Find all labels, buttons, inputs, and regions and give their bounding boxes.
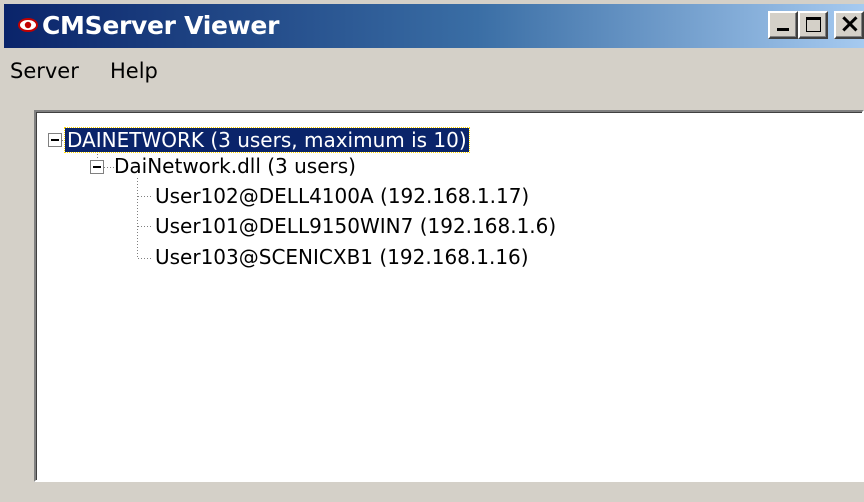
- tree-node-user[interactable]: User103@SCENICXB1 (192.168.1.16): [155, 245, 529, 269]
- tree-node-dll[interactable]: DaiNetwork.dll (3 users): [114, 154, 356, 178]
- tree-node-root[interactable]: DAINETWORK (3 users, maximum is 10): [64, 127, 470, 153]
- tree-node-user[interactable]: User102@DELL4100A (192.168.1.17): [155, 184, 529, 208]
- tree-node-user[interactable]: User101@DELL9150WIN7 (192.168.1.6): [155, 214, 556, 238]
- root-collapse-toggle[interactable]: [48, 133, 62, 147]
- dll-collapse-toggle[interactable]: [90, 160, 104, 174]
- app-window: CMServer Viewer × Server Help DAINETWORK…: [0, 0, 864, 502]
